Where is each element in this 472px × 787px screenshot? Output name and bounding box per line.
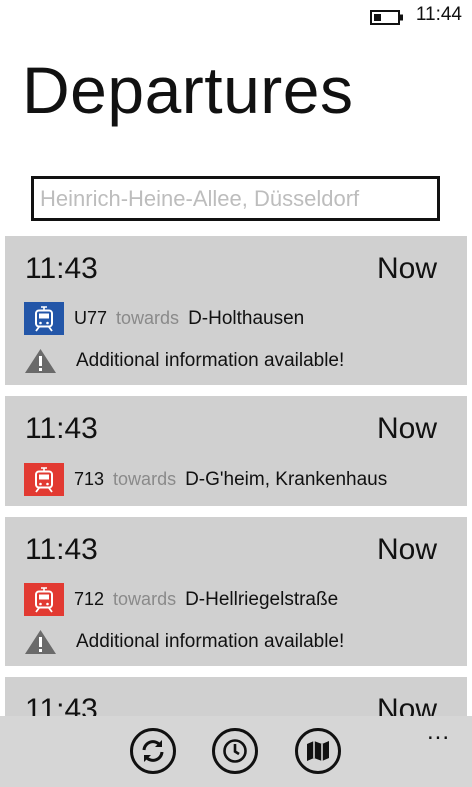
route-row: 713 towards D-G'heim, Krankenhaus xyxy=(24,463,387,496)
departure-item[interactable]: 11:43 Now 712 towards D-Hellriegelstraße… xyxy=(5,517,467,666)
towards-label: towards xyxy=(113,589,177,609)
status-bar: 11:44 xyxy=(0,0,472,34)
app-bar: ... xyxy=(0,716,472,787)
map-icon xyxy=(307,741,329,761)
line-number: 712 xyxy=(74,589,105,609)
destination: D-Holthausen xyxy=(188,307,305,329)
status-time: 11:44 xyxy=(415,4,462,25)
info-row: Additional information available! xyxy=(24,348,344,374)
departure-item[interactable]: 11:43 Now U77 towards D-Holthausen Addit… xyxy=(5,236,467,385)
route-row: 712 towards D-Hellriegelstraße xyxy=(24,583,338,616)
departure-relative: Now xyxy=(376,252,437,285)
departure-time: 11:43 xyxy=(25,412,98,445)
departure-relative: Now xyxy=(376,533,437,566)
more-options-button[interactable]: ... xyxy=(427,718,450,746)
departures-list[interactable]: 11:43 Now U77 towards D-Holthausen Addit… xyxy=(5,236,467,716)
towards-label: towards xyxy=(116,308,180,328)
station-search-input[interactable] xyxy=(31,176,440,221)
tram-icon xyxy=(24,463,64,496)
destination: D-Hellriegelstraße xyxy=(185,588,339,610)
battery-icon xyxy=(370,10,403,25)
route-row: U77 towards D-Holthausen xyxy=(24,302,304,335)
warning-icon xyxy=(25,630,56,654)
departure-time: 11:43 xyxy=(25,693,98,716)
line-number: U77 xyxy=(74,308,108,328)
info-text: Additional information available! xyxy=(76,631,345,652)
info-text: Additional information available! xyxy=(76,350,345,371)
tram-icon xyxy=(24,583,64,616)
map-button[interactable] xyxy=(295,728,341,774)
warning-icon xyxy=(25,349,56,373)
towards-label: towards xyxy=(113,469,177,489)
tram-icon xyxy=(24,302,64,335)
departure-item[interactable]: 11:43 Now xyxy=(5,677,467,716)
departure-relative: Now xyxy=(376,693,437,716)
refresh-icon xyxy=(142,740,164,762)
departure-time: 11:43 xyxy=(25,252,98,285)
departure-relative: Now xyxy=(376,412,437,445)
clock-icon xyxy=(223,739,247,763)
destination: D-G'heim, Krankenhaus xyxy=(185,468,388,490)
departure-time: 11:43 xyxy=(25,533,98,566)
time-button[interactable] xyxy=(212,728,258,774)
line-number: 713 xyxy=(74,469,105,489)
departure-item[interactable]: 11:43 Now 713 towards D-G'heim, Krankenh… xyxy=(5,396,467,506)
page-title: Departures xyxy=(22,53,354,127)
refresh-button[interactable] xyxy=(130,728,176,774)
info-row: Additional information available! xyxy=(24,629,344,655)
